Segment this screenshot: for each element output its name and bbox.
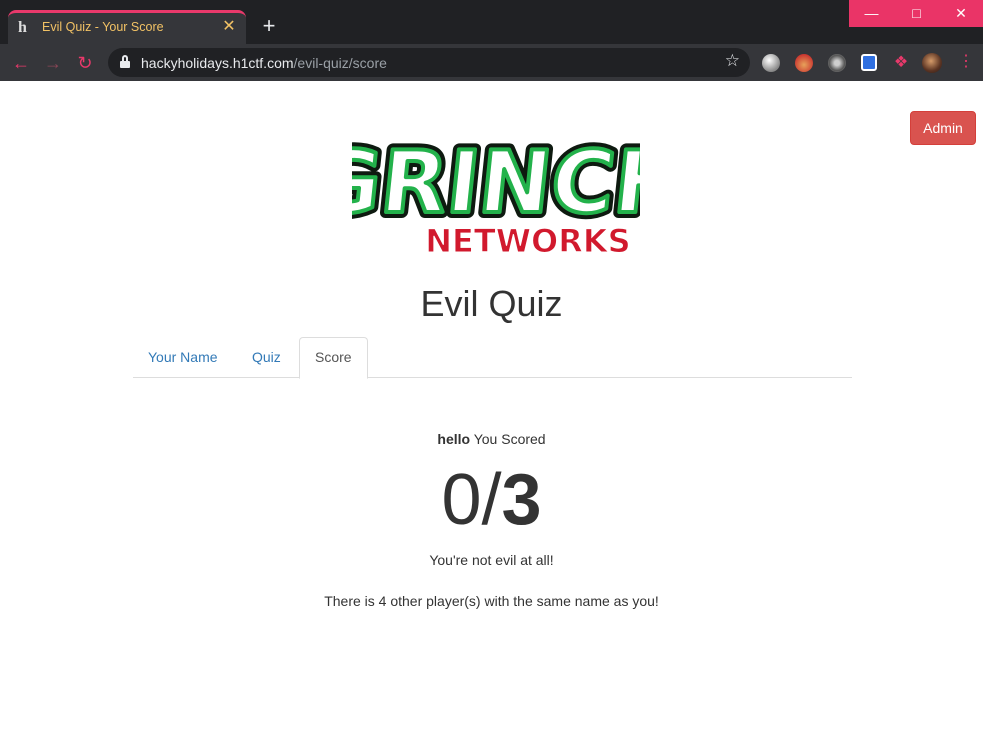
extension-shield-icon[interactable] (861, 54, 877, 71)
new-tab-icon[interactable]: + (258, 15, 280, 38)
extension-gear-icon[interactable] (828, 54, 846, 72)
site-favicon-icon: h (18, 19, 27, 36)
verdict-text: You're not evil at all! (429, 552, 554, 568)
maximize-window-icon[interactable]: □ (894, 0, 939, 27)
tab-title: Evil Quiz - Your Score (42, 20, 164, 34)
grinch-networks-logo: GRINCH GRINCH NETWORKS (352, 127, 640, 260)
logo-grinch-text: GRINCH GRINCH (352, 127, 640, 239)
score-separator: / (481, 460, 502, 540)
same-name-message: There is 4 other player(s) with the same… (324, 593, 659, 609)
browser-toolbar: ← → ↻ hackyholidays.h1ctf.com/evil-quiz/… (0, 44, 983, 81)
page-title: Evil Quiz (420, 283, 563, 324)
scored-line: hello You Scored (0, 431, 983, 447)
reload-icon[interactable]: ↻ (72, 50, 98, 76)
quiz-tabs: Your Name Quiz Score (133, 337, 852, 379)
tab-quiz[interactable]: Quiz (237, 337, 296, 378)
score-total: 3 (501, 460, 542, 540)
score-correct: 0 (441, 460, 482, 540)
svg-text:GRINCH: GRINCH (352, 133, 640, 233)
forward-arrow-icon[interactable]: → (40, 50, 66, 76)
star-icon[interactable]: ☆ (725, 51, 740, 71)
close-window-icon[interactable]: ✕ (939, 0, 983, 27)
extension-globe-icon[interactable] (762, 54, 780, 72)
scored-label: You Scored (473, 431, 546, 447)
close-tab-icon[interactable]: ✕ (220, 18, 238, 36)
extension-santa-icon[interactable] (795, 54, 813, 72)
admin-button[interactable]: Admin (910, 111, 976, 145)
lock-icon (120, 55, 130, 68)
url-text[interactable]: hackyholidays.h1ctf.com/evil-quiz/score (141, 55, 387, 71)
puzzle-icon[interactable]: ❖ (892, 54, 910, 72)
browser-tab[interactable]: h Evil Quiz - Your Score ✕ (8, 10, 246, 44)
score-value: 0/3 (0, 460, 983, 540)
profile-avatar[interactable] (922, 53, 942, 73)
browser-titlebar: h Evil Quiz - Your Score ✕ + — □ ✕ (0, 0, 983, 44)
minimize-window-icon[interactable]: — (849, 0, 894, 27)
address-bar[interactable]: hackyholidays.h1ctf.com/evil-quiz/score … (108, 48, 750, 77)
back-arrow-icon[interactable]: ← (8, 50, 34, 76)
kebab-menu-icon[interactable]: ⋮ (958, 52, 974, 72)
tab-score[interactable]: Score (299, 337, 368, 379)
player-name: hello (437, 431, 471, 447)
logo-networks-text: NETWORKS (425, 222, 630, 260)
tab-your-name[interactable]: Your Name (133, 337, 233, 378)
